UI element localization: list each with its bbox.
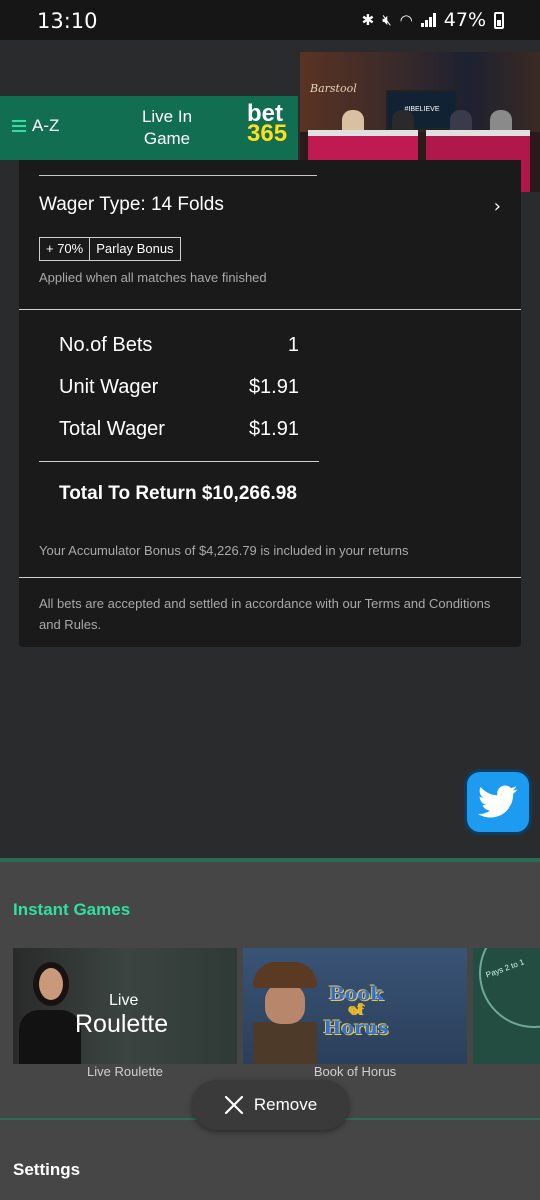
roulette-table-arc xyxy=(479,948,540,1028)
unit-wager-value: $1.91 xyxy=(248,376,299,398)
video-brand-sign: Barstool xyxy=(310,82,357,95)
twitter-bird-icon xyxy=(478,785,518,818)
divider xyxy=(19,577,521,578)
chevron-right-icon: › xyxy=(493,196,501,217)
az-menu-button[interactable]: A-Z xyxy=(12,116,59,136)
applied-note: Applied when all matches have finished xyxy=(39,270,267,285)
divider xyxy=(19,309,521,310)
total-wager-value: $1.91 xyxy=(248,418,299,440)
tile-art-live: Live xyxy=(109,992,139,1009)
status-bar: 13:10 ✱ 🔇︎ ◠ 47% xyxy=(0,0,540,40)
logo-365: 365 xyxy=(247,120,288,147)
total-to-return: Total To Return $10,266.98 xyxy=(59,483,297,504)
no-of-bets-row: No.of Bets 1 xyxy=(59,334,299,360)
bluetooth-icon: ✱ xyxy=(361,11,375,29)
close-icon xyxy=(224,1095,243,1115)
unit-wager-row: Unit Wager $1.91 xyxy=(59,376,299,402)
bottom-panel: Instant Games Live Roulette Book of Horu… xyxy=(0,858,540,1200)
wifi-icon: ◠ xyxy=(399,11,413,29)
top-nav-bar: A-Z Live In Game bet 365 xyxy=(0,96,298,160)
accumulator-bonus-note: Your Accumulator Bonus of $4,226.79 is i… xyxy=(39,543,409,558)
game-tile-book-of-horus[interactable]: Book of Horus xyxy=(243,948,467,1064)
unit-wager-label: Unit Wager xyxy=(59,376,159,398)
game-label-book-of-horus[interactable]: Book of Horus xyxy=(243,1064,467,1079)
wager-type-label: Wager Type: 14 Folds xyxy=(39,194,224,215)
divider xyxy=(39,461,319,462)
bonus-label: Parlay Bonus xyxy=(90,237,181,261)
dealer-image xyxy=(19,954,81,1064)
bet365-logo[interactable]: bet 365 xyxy=(247,102,288,147)
no-of-bets-value: 1 xyxy=(287,334,299,356)
hamburger-menu-icon xyxy=(12,120,26,132)
parlay-bonus-badge: + 70% Parlay Bonus xyxy=(39,237,181,261)
bet-slip-card: Wager Type: 14 Folds › + 70% Parlay Bonu… xyxy=(19,160,521,647)
twitter-share-button[interactable] xyxy=(464,769,532,835)
status-time: 13:10 xyxy=(37,9,98,33)
tile-art-horus: Horus xyxy=(323,1017,389,1039)
signal-icon xyxy=(420,13,436,27)
az-label: A-Z xyxy=(32,116,60,135)
battery-percent: 47% xyxy=(443,9,486,31)
remove-label: Remove xyxy=(253,1095,318,1114)
bonus-percent: + 70% xyxy=(39,237,91,261)
total-wager-row: Total Wager $1.91 xyxy=(59,418,299,444)
game-tile-partial[interactable]: Pays 2 to 1 xyxy=(473,948,540,1064)
divider xyxy=(39,175,317,176)
battery-icon xyxy=(494,11,504,29)
tile-art-roulette: Roulette xyxy=(75,1010,169,1038)
tile-art-of: of xyxy=(348,1003,364,1018)
tile-art-book: Book xyxy=(328,983,384,1005)
game-label-live-roulette[interactable]: Live Roulette xyxy=(13,1064,237,1079)
instant-games-title: Instant Games xyxy=(13,900,131,919)
game-tile-live-roulette[interactable]: Live Roulette xyxy=(13,948,237,1064)
wager-type-row[interactable]: Wager Type: 14 Folds › xyxy=(39,194,501,222)
total-wager-label: Total Wager xyxy=(59,418,165,440)
status-icons: ✱ 🔇︎ ◠ 47% xyxy=(362,9,504,31)
no-of-bets-label: No.of Bets xyxy=(59,334,153,356)
remove-button[interactable]: Remove xyxy=(192,1080,349,1130)
tile-art-book-of-horus: Book of Horus xyxy=(315,984,397,1038)
live-in-game-link[interactable]: Live In Game xyxy=(128,106,206,150)
settings-heading[interactable]: Settings xyxy=(13,1160,80,1180)
mute-icon: 🔇︎ xyxy=(382,11,392,29)
terms-note: All bets are accepted and settled in acc… xyxy=(39,596,491,632)
explorer-image xyxy=(253,962,317,1064)
